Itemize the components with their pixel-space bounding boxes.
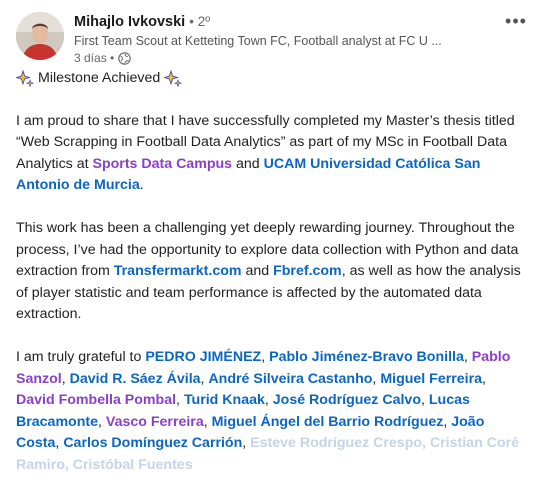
post-content: Milestone Achieved I am proud to share t… (15, 68, 528, 498)
paragraph-journey: This work has been a challenging yet dee… (16, 220, 521, 322)
mention-person[interactable]: Vasco Ferreira (106, 414, 204, 430)
mention-person[interactable]: Miguel Ángel del Barrio Rodríguez (212, 414, 444, 430)
sparkles-icon (163, 69, 183, 88)
author-headline: First Team Scout at Ketteting Town FC, F… (74, 34, 442, 48)
mention-person[interactable]: David Fombella Pombal (16, 392, 176, 408)
mention-person[interactable]: José Rodríguez Calvo (273, 392, 421, 408)
paragraph-thesis: I am proud to share that I have successf… (16, 112, 515, 194)
author-name[interactable]: Mihajlo Ivkovski (74, 14, 185, 30)
more-options-icon[interactable]: ••• (503, 12, 529, 34)
paragraph-thanks: I am truly grateful to PEDRO JIMÉNEZ, Pa… (16, 349, 519, 473)
mention-person[interactable]: David R. Sáez Ávila (70, 371, 201, 387)
post-header: Mihajlo Ivkovski • 2º First Team Scout a… (16, 12, 531, 66)
mention-person[interactable]: Pablo Jiménez-Bravo Bonilla (269, 349, 464, 365)
sparkles-icon (15, 69, 35, 88)
avatar[interactable] (16, 12, 64, 60)
link-transfermarkt[interactable]: Transfermarkt.com (114, 263, 242, 279)
author-meta: Mihajlo Ivkovski • 2º First Team Scout a… (74, 12, 464, 66)
post-time: 3 días • (74, 51, 115, 65)
milestone-title: Milestone Achieved (38, 70, 161, 86)
mention-person[interactable]: Turid Knaak (184, 392, 265, 408)
mention-sports-data-campus[interactable]: Sports Data Campus (93, 156, 233, 172)
mention-person[interactable]: PEDRO JIMÉNEZ (145, 349, 261, 365)
mention-person[interactable]: Carlos Domínguez Carrión (63, 435, 242, 451)
link-fbref[interactable]: Fbref.com (273, 263, 342, 279)
mention-person[interactable]: Miguel Ferreira (380, 371, 482, 387)
mention-person[interactable]: André Silveira Castanho (208, 371, 372, 387)
connection-degree: • 2º (189, 14, 211, 29)
globe-icon (118, 51, 131, 65)
